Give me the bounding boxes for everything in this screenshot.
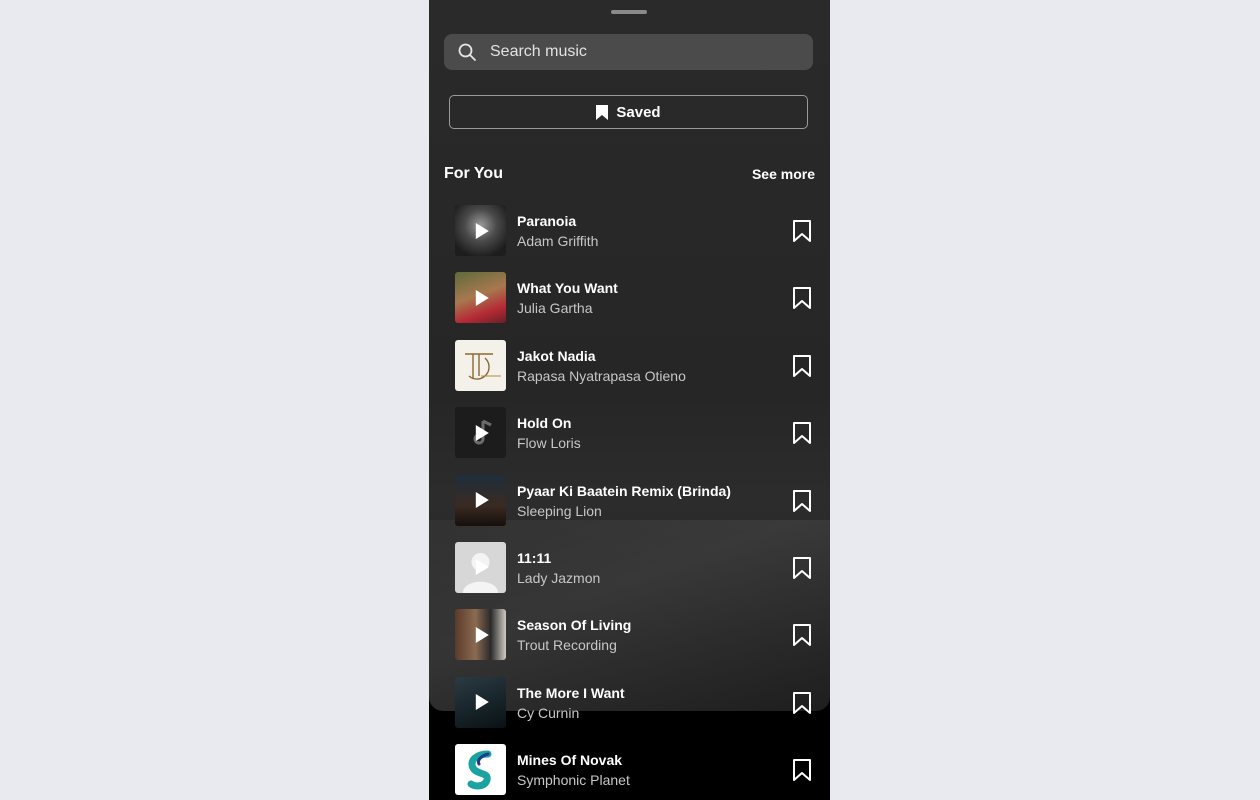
track-list: Paranoia Adam Griffith What You Want Jul… [455,205,815,800]
track-thumbnail[interactable] [455,205,506,256]
bookmark-outline-icon[interactable] [791,286,813,310]
track-row[interactable]: 11:11 Lady Jazmon [455,541,815,609]
track-title: 11:11 [517,549,552,566]
track-artist: Flow Loris [517,435,581,452]
track-artist: Sleeping Lion [517,502,602,519]
play-icon [475,222,489,239]
play-icon [475,694,489,711]
track-thumbnail[interactable] [455,609,506,661]
search-icon [458,43,476,61]
track-thumbnail[interactable] [455,339,506,391]
track-title: Mines Of Novak [517,752,623,769]
see-more-link[interactable]: See more [752,166,815,182]
track-artist: Cy Curnin [517,704,580,721]
track-thumbnail[interactable] [455,272,506,324]
bookmark-outline-icon[interactable] [791,489,813,513]
bookmark-outline-icon[interactable] [791,691,813,715]
music-picker-panel: Search music Saved For You See more Para… [429,0,830,800]
track-row[interactable]: The More I Want Cy Curnin [455,676,815,744]
bookmark-outline-icon[interactable] [791,623,813,647]
track-artist: Adam Griffith [517,233,599,249]
bookmark-outline-icon[interactable] [791,354,813,378]
track-row[interactable]: Hold On Flow Loris [455,407,815,474]
play-icon [475,626,489,643]
track-title: The More I Want [517,684,625,701]
play-icon [475,289,489,306]
track-thumbnail[interactable] [455,407,506,459]
bookmark-outline-icon[interactable] [791,421,813,445]
track-title: Season Of Living [517,617,632,634]
section-title: For You [444,165,503,182]
track-thumbnail[interactable] [455,744,506,796]
track-thumbnail[interactable] [455,474,506,526]
track-row[interactable]: Mines Of Novak Symphonic Planet [455,744,815,800]
saved-button-label: Saved [616,103,661,121]
play-icon [475,559,489,576]
track-artist: Trout Recording [517,637,617,654]
bookmark-filled-icon [596,104,609,120]
s-logo-art [467,750,492,790]
track-title: What You Want [517,280,618,297]
play-icon [475,424,489,441]
track-thumbnail[interactable] [455,676,506,728]
bookmark-outline-icon[interactable] [791,556,813,580]
track-artist: Julia Gartha [517,300,593,317]
bookmark-outline-icon[interactable] [791,758,813,782]
logo-art [465,353,501,380]
track-row[interactable]: Season Of Living Trout Recording [455,609,815,676]
saved-button[interactable]: Saved [449,95,808,129]
drag-handle[interactable] [611,10,647,14]
track-row[interactable]: Paranoia Adam Griffith [455,205,815,272]
track-title: Hold On [517,415,572,432]
track-artist: Rapasa Nyatrapasa Otieno [517,367,686,384]
bookmark-outline-icon[interactable] [791,219,813,243]
track-title: Jakot Nadia [517,347,596,364]
search-placeholder: Search music [490,43,587,60]
track-thumbnail[interactable] [455,541,506,593]
track-row[interactable]: Pyaar Ki Baatein Remix (Brinda) Sleeping… [455,474,815,542]
track-title: Paranoia [517,213,577,229]
track-title: Pyaar Ki Baatein Remix (Brinda) [517,482,731,499]
track-row[interactable]: Jakot Nadia Rapasa Nyatrapasa Otieno [455,339,815,407]
track-artist: Symphonic Planet [517,772,630,789]
search-input[interactable]: Search music [444,34,813,70]
track-artist: Lady Jazmon [517,569,601,586]
track-row[interactable]: What You Want Julia Gartha [455,272,815,339]
play-icon [475,492,489,509]
